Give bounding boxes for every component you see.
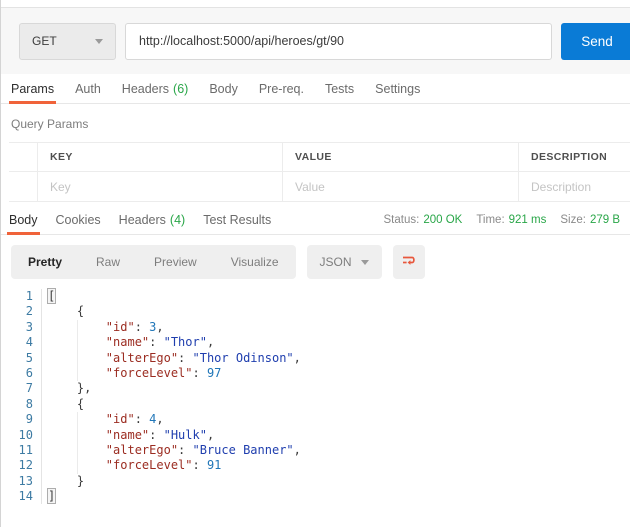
code-line: 14] (1, 488, 630, 505)
code-line: 1[ (1, 288, 630, 305)
url-input[interactable]: http://localhost:5000/api/heroes/gt/90 (125, 22, 552, 60)
key-input[interactable]: Key (38, 172, 283, 201)
response-toolbar: Pretty Raw Preview Visualize JSON (1, 235, 630, 287)
line-number: 4 (1, 335, 42, 351)
status-badge: Status: 200 OK (383, 214, 463, 226)
line-content: "id": 4, (42, 412, 164, 428)
wrap-lines-button[interactable] (392, 245, 425, 279)
line-number: 9 (1, 412, 42, 428)
line-content: }, (48, 381, 92, 396)
code-line: 5 "alterEgo": "Thor Odinson", (1, 350, 630, 367)
chevron-down-icon (360, 259, 369, 265)
line-content: "name": "Thor", (42, 335, 214, 351)
description-input[interactable]: Description (519, 172, 630, 201)
query-params-title: Query Params (11, 117, 89, 131)
line-content: { (48, 304, 85, 319)
view-mode-raw[interactable]: Raw (79, 245, 137, 279)
code-line: 11 "alterEgo": "Bruce Banner", (1, 442, 630, 459)
column-header-value: VALUE (283, 143, 519, 171)
line-number: 6 (1, 365, 42, 382)
line-number: 5 (1, 350, 42, 366)
line-number: 2 (1, 304, 42, 320)
line-number: 12 (1, 458, 42, 474)
line-content: ] (46, 488, 57, 505)
request-tabs: Params Auth Headers (6) Body Pre-req. Te… (1, 74, 630, 104)
size-badge: Size: 279 B (560, 214, 620, 226)
request-url-bar: GET http://localhost:5000/api/heroes/gt/… (1, 8, 630, 74)
response-meta: Status: 200 OK Time: 921 ms Size: 279 B (384, 206, 630, 234)
table-row: Key Value Description (9, 171, 630, 201)
value-input[interactable]: Value (283, 172, 519, 201)
method-select[interactable]: GET (19, 22, 116, 60)
line-content: "id": 3, (42, 319, 164, 336)
code-line: 9 "id": 4, (1, 412, 630, 428)
code-line: 6 "forceLevel": 97 (1, 365, 630, 382)
line-number: 14 (1, 489, 42, 505)
time-badge: Time: 921 ms (476, 214, 547, 226)
response-tab-body[interactable]: Body (7, 206, 39, 235)
row-select-cell[interactable] (9, 172, 38, 201)
tab-body[interactable]: Body (209, 74, 238, 103)
send-button[interactable]: Send (561, 22, 630, 60)
code-line: 8 { (1, 396, 630, 413)
code-line: 7 }, (1, 381, 630, 397)
tab-auth[interactable]: Auth (75, 74, 101, 103)
format-label: JSON (319, 255, 352, 269)
headers-count-badge: (6) (173, 81, 189, 96)
view-mode-preview[interactable]: Preview (137, 245, 214, 279)
code-line: 4 "name": "Thor", (1, 335, 630, 351)
url-text: http://localhost:5000/api/heroes/gt/90 (139, 34, 345, 48)
view-mode-pretty[interactable]: Pretty (11, 245, 79, 279)
line-number: 1 (1, 289, 42, 305)
tab-tests[interactable]: Tests (325, 74, 354, 103)
line-number: 13 (1, 473, 42, 490)
line-number: 7 (1, 381, 42, 397)
view-mode-visualize[interactable]: Visualize (214, 245, 296, 279)
code-line: 2 { (1, 304, 630, 320)
view-mode-group: Pretty Raw Preview Visualize (11, 245, 296, 279)
line-number: 10 (1, 427, 42, 443)
code-line: 12 "forceLevel": 91 (1, 458, 630, 475)
tab-settings[interactable]: Settings (375, 74, 420, 103)
line-content: { (48, 396, 85, 411)
code-lines: 1[2 {3 "id": 3, 4 "name": "Thor", 5 "alter… (1, 288, 630, 505)
line-content: "forceLevel": 91 (42, 458, 221, 475)
line-number: 3 (1, 319, 42, 336)
response-tabs: Body Cookies Headers (4) Test Results St… (1, 206, 630, 235)
line-content: "name": "Hulk", (42, 427, 214, 444)
tab-headers[interactable]: Headers (6) (122, 74, 189, 103)
row-select-column (9, 143, 38, 171)
format-select[interactable]: JSON (306, 245, 382, 279)
code-line: 13 } (1, 473, 630, 490)
line-content: "alterEgo": "Thor Odinson", (42, 350, 301, 367)
tab-pre-request[interactable]: Pre-req. (259, 74, 304, 103)
line-content: "forceLevel": 97 (42, 365, 221, 382)
line-content: } (48, 473, 85, 488)
response-tab-test-results[interactable]: Test Results (203, 206, 271, 234)
column-header-description: DESCRIPTION (531, 151, 608, 163)
line-number: 8 (1, 396, 42, 413)
table-header-row: KEY VALUE DESCRIPTION (9, 143, 630, 171)
response-body-viewer[interactable]: 1[2 {3 "id": 3, 4 "name": "Thor", 5 "alter… (1, 287, 630, 505)
column-header-key: KEY (38, 143, 283, 171)
response-tab-headers[interactable]: Headers (4) (119, 206, 186, 234)
query-params-table: KEY VALUE DESCRIPTION Key Value Descript… (9, 142, 630, 202)
chevron-down-icon (95, 38, 103, 44)
line-number: 11 (1, 442, 42, 459)
wrap-text-icon (401, 253, 417, 272)
postman-request-panel: GET http://localhost:5000/api/heroes/gt/… (0, 0, 630, 527)
tab-params[interactable]: Params (8, 74, 57, 104)
line-content: [ (46, 288, 57, 304)
code-line: 3 "id": 3, (1, 319, 630, 336)
method-label: GET (32, 34, 57, 48)
line-content: "alterEgo": "Bruce Banner", (42, 442, 301, 459)
window-top-strip (1, 0, 630, 8)
code-line: 10 "name": "Hulk", (1, 427, 630, 444)
response-headers-count-badge: (4) (169, 213, 186, 227)
response-tab-cookies[interactable]: Cookies (56, 206, 101, 234)
